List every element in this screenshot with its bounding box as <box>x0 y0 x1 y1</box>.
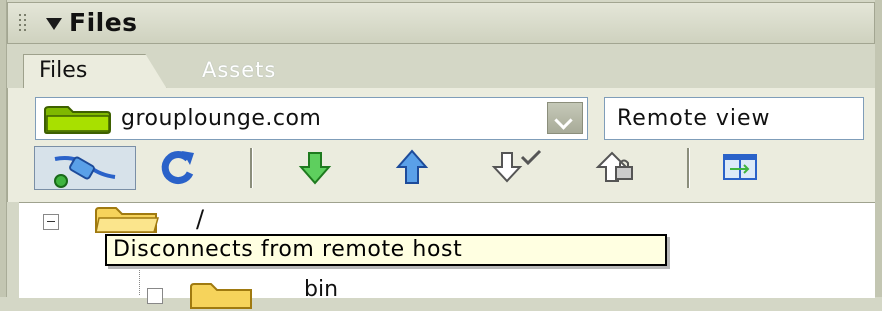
put-files-icon <box>395 149 429 184</box>
toolbar-separator <box>687 148 690 188</box>
check-in-button[interactable] <box>592 147 642 191</box>
site-select[interactable]: grouplounge.com <box>35 97 588 140</box>
grip-icon[interactable] <box>19 14 29 32</box>
site-folder-icon <box>44 106 111 134</box>
files-panel: Files Files Assets grouplounge.com Remot… <box>0 0 882 309</box>
expand-panel-icon <box>723 154 757 180</box>
view-select-value: Remote view <box>617 106 771 131</box>
tab-assets[interactable]: Assets <box>202 58 276 82</box>
tooltip: Disconnects from remote host <box>105 234 667 266</box>
tab-strip: Files Assets <box>7 44 875 89</box>
refresh-button[interactable] <box>158 147 198 191</box>
tree-expand-toggle[interactable] <box>147 288 163 304</box>
site-select-value: grouplounge.com <box>121 106 322 131</box>
toolbar-separator <box>250 148 253 188</box>
tree-item-label[interactable]: bin <box>304 277 338 302</box>
put-files-button[interactable] <box>392 147 432 191</box>
site-dropdown-button[interactable] <box>547 102 583 134</box>
view-select[interactable]: Remote view <box>604 97 864 140</box>
get-files-button[interactable] <box>295 147 335 191</box>
folder-icon <box>95 207 159 233</box>
tree-collapse-toggle[interactable] <box>43 214 59 230</box>
refresh-icon <box>161 151 194 185</box>
tooltip-text: Disconnects from remote host <box>113 237 463 262</box>
panel-edge-right <box>875 0 882 297</box>
connect-button[interactable] <box>34 146 136 190</box>
connect-icon <box>54 156 116 188</box>
check-out-icon <box>491 149 542 183</box>
expand-panel-button[interactable] <box>720 147 760 191</box>
folder-icon <box>190 283 252 309</box>
panel-title-bar[interactable]: Files <box>7 2 875 44</box>
check-out-button[interactable] <box>490 147 550 191</box>
panel-edge <box>0 0 7 297</box>
tab-files-label: Files <box>39 58 88 83</box>
collapse-triangle-icon[interactable] <box>46 18 62 30</box>
panel-title: Files <box>69 8 138 37</box>
get-files-icon <box>298 152 332 185</box>
check-in-icon <box>595 151 633 182</box>
tab-files[interactable]: Files <box>23 54 167 89</box>
tree-root-label[interactable]: / <box>196 205 204 233</box>
